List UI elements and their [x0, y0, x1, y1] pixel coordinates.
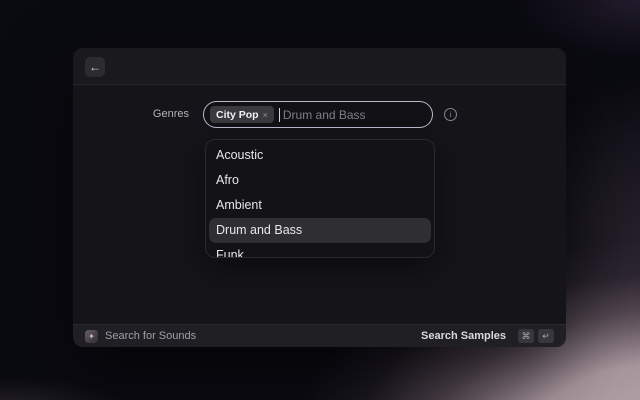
genre-chip-label: City Pop [216, 109, 259, 121]
genres-dropdown: Acoustic Afro Ambient Drum and Bass Funk [205, 139, 435, 258]
dropdown-item[interactable]: Funk [206, 243, 434, 258]
command-key-icon: ⌘ [518, 329, 534, 343]
chip-remove-icon[interactable]: × [263, 110, 268, 120]
back-button[interactable]: ← [85, 57, 105, 77]
dropdown-item[interactable]: Ambient [206, 193, 434, 218]
dropdown-item[interactable]: Drum and Bass [209, 218, 431, 243]
genre-chip[interactable]: City Pop × [210, 106, 274, 123]
genres-label: Genres [73, 101, 189, 128]
dropdown-item[interactable]: Afro [206, 168, 434, 193]
search-samples-button[interactable]: Search Samples [421, 330, 506, 342]
dialog-header: ← [73, 48, 566, 85]
text-caret [279, 108, 280, 122]
dropdown-item[interactable]: Acoustic [206, 143, 434, 168]
genres-input-value: Drum and Bass [283, 108, 366, 122]
search-dialog: ← Genres City Pop × Drum and Bass i Acou… [73, 48, 566, 347]
dialog-footer: ✦ Search for Sounds Search Samples ⌘ ↵ [73, 324, 566, 347]
search-hint-label: Search for Sounds [105, 330, 196, 342]
app-logo-icon: ✦ [85, 330, 98, 343]
return-key-icon: ↵ [538, 329, 554, 343]
info-icon: i [444, 108, 457, 121]
genres-input[interactable]: City Pop × Drum and Bass [203, 101, 433, 128]
